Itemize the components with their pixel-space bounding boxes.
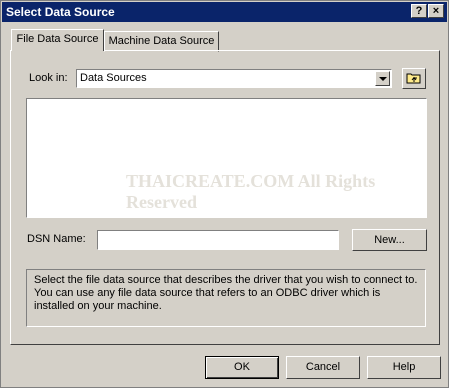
ok-button[interactable]: OK xyxy=(205,356,279,379)
folder-up-icon xyxy=(406,73,421,84)
close-title-button[interactable]: × xyxy=(428,4,444,18)
look-in-combobox[interactable]: Data Sources xyxy=(76,69,392,88)
watermark: THAICREATE.COM All Rights Reserved xyxy=(126,171,376,212)
cancel-button[interactable]: Cancel xyxy=(286,356,360,379)
dsn-name-input[interactable] xyxy=(97,230,339,250)
new-button[interactable]: New... xyxy=(352,229,427,251)
window-title: Select Data Source xyxy=(6,5,115,19)
help-button[interactable]: Help xyxy=(367,356,441,379)
description-text: Select the file data source that describ… xyxy=(34,274,418,312)
dsn-name-label: DSN Name: xyxy=(27,233,86,245)
select-data-source-dialog: Select Data Source ? × File Data Source … xyxy=(0,0,449,388)
tab-file-data-source[interactable]: File Data Source xyxy=(11,29,104,51)
help-title-button[interactable]: ? xyxy=(411,4,427,18)
up-one-level-button[interactable] xyxy=(402,68,426,89)
look-in-label: Look in: xyxy=(29,72,68,84)
chevron-down-icon[interactable] xyxy=(375,71,390,86)
look-in-value: Data Sources xyxy=(80,72,147,84)
title-bar: Select Data Source ? × xyxy=(2,2,447,22)
tab-machine-data-source[interactable]: Machine Data Source xyxy=(104,31,219,52)
description-box: Select the file data source that describ… xyxy=(26,269,426,327)
